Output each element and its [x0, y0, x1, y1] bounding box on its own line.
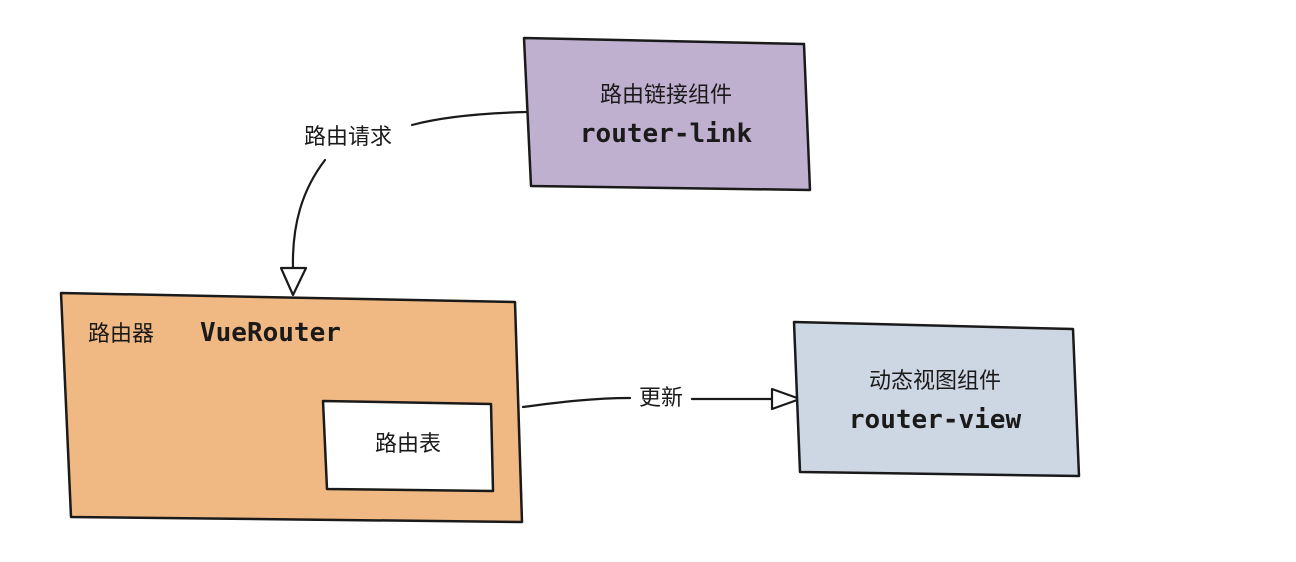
router-link-title: 路由链接组件: [600, 83, 732, 108]
route-request-line-lower: [291, 158, 327, 270]
update-edge: 更新: [521, 386, 802, 411]
route-request-edge: 路由请求: [279, 110, 528, 297]
vue-router-title: 路由器: [88, 322, 154, 347]
router-view-box: [792, 320, 1081, 478]
router-link-node: 路由链接组件 router-link: [522, 36, 812, 192]
architecture-diagram: 路由链接组件 router-link 路由请求 路由器 VueRouter 路由…: [59, 36, 1081, 524]
router-view-code: router-view: [849, 405, 1022, 435]
update-label: 更新: [639, 386, 683, 411]
route-request-arrowhead: [279, 266, 308, 297]
router-view-title: 动态视图组件: [869, 369, 1001, 394]
router-view-node: 动态视图组件 router-view: [792, 320, 1081, 478]
vue-router-code: VueRouter: [200, 318, 341, 348]
route-table-label: 路由表: [375, 432, 441, 457]
update-line-left: [521, 396, 632, 409]
vue-router-node: 路由器 VueRouter 路由表: [59, 291, 524, 524]
route-table-node: 路由表: [321, 399, 495, 493]
route-request-label: 路由请求: [304, 125, 392, 150]
route-request-line-upper: [410, 110, 528, 127]
router-link-box: [522, 36, 812, 192]
router-link-code: router-link: [580, 119, 753, 149]
